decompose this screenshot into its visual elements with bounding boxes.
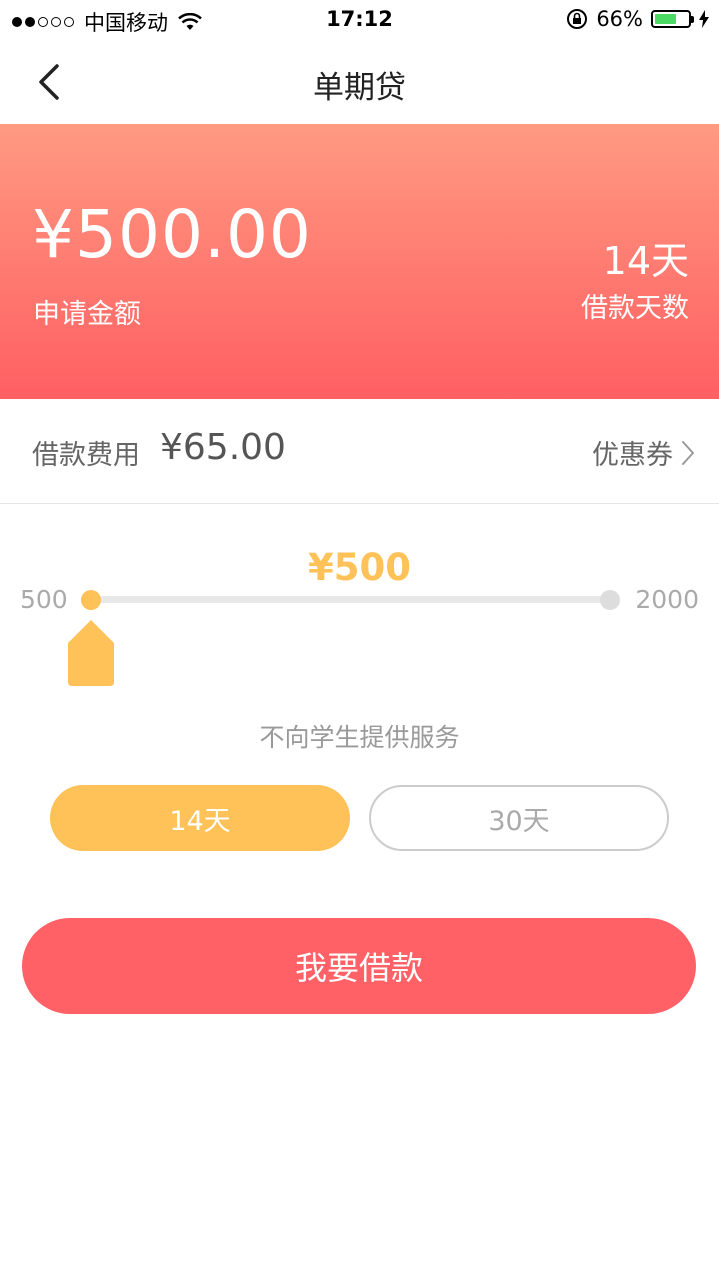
slider-current-value: ¥500 xyxy=(308,546,411,589)
battery-fill xyxy=(655,14,677,24)
slider-knob[interactable] xyxy=(81,590,101,610)
slider-drag-handle[interactable] xyxy=(67,620,115,686)
status-right: 66% xyxy=(566,7,709,31)
battery-percent: 66% xyxy=(596,7,643,31)
nav-bar: 单期贷 xyxy=(0,40,719,125)
battery-icon xyxy=(651,10,694,28)
fee-label: 借款费用 xyxy=(32,440,140,471)
fee-row: 借款费用 ¥65.00 优惠券 xyxy=(0,399,719,504)
term-30-days-button[interactable]: 30天 xyxy=(369,785,669,851)
amount-slider-track[interactable] xyxy=(90,596,610,603)
chevron-right-icon xyxy=(682,440,694,465)
slider-handle-icon xyxy=(68,620,114,686)
slider-end-dot xyxy=(600,590,620,610)
slider-min-label: 500 xyxy=(20,585,68,614)
rotation-lock-icon xyxy=(567,9,588,29)
notice-text: 不向学生提供服务 xyxy=(259,723,460,752)
coupon-label: 优惠券 xyxy=(592,440,673,471)
term-14-days-button[interactable]: 14天 xyxy=(50,785,350,851)
borrow-button[interactable]: 我要借款 xyxy=(22,918,696,1014)
coupon-link[interactable]: 优惠券 xyxy=(592,433,695,472)
loan-amount-label: 申请金额 xyxy=(33,299,141,330)
loan-summary-banner: ¥500.00 申请金额 14天 借款天数 xyxy=(0,124,719,399)
status-bar: 中国移动 17:12 66% xyxy=(0,0,719,40)
loan-days-label: 借款天数 xyxy=(581,293,689,324)
charging-bolt-icon xyxy=(699,10,709,28)
loan-amount: ¥500.00 xyxy=(32,196,312,273)
loan-days: 14天 xyxy=(602,239,689,283)
slider-max-label: 2000 xyxy=(635,585,699,614)
page-title: 单期贷 xyxy=(313,70,406,106)
fee-value: ¥65.00 xyxy=(160,427,286,468)
